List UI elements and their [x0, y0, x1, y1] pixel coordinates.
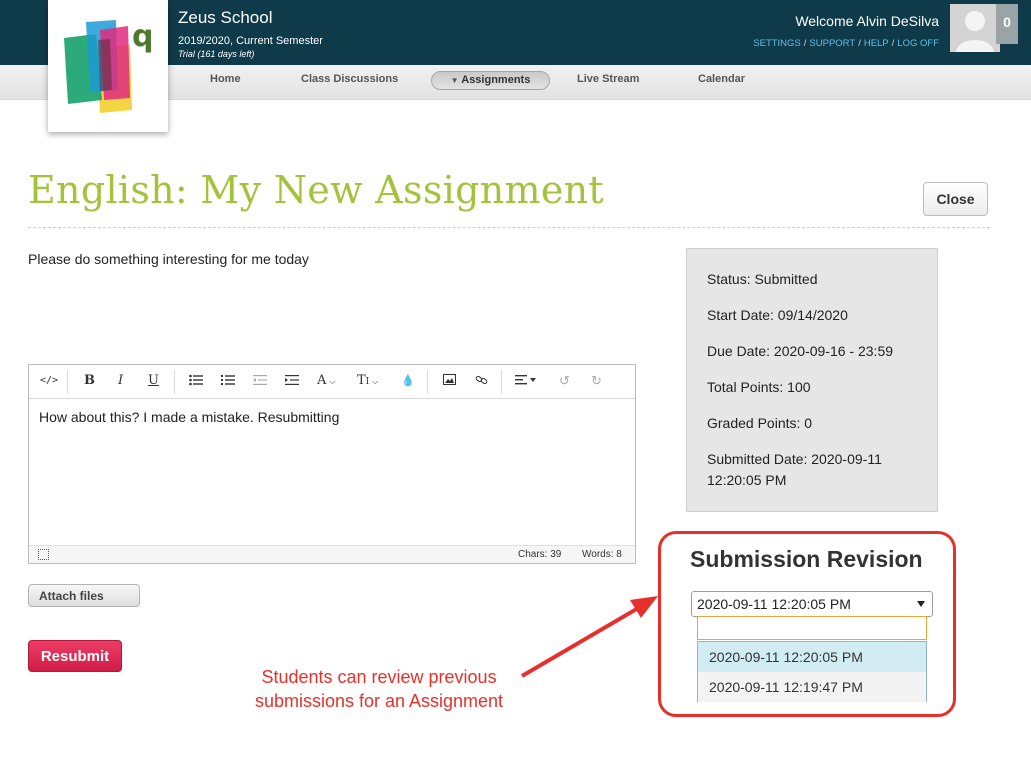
start-date: Start Date: 09/14/2020 [707, 307, 848, 323]
total-points: Total Points: 100 [707, 379, 811, 395]
revision-search-input[interactable] [697, 616, 927, 640]
resubmit-button[interactable]: Resubmit [28, 640, 122, 672]
nav-assignments-label: Assignments [461, 74, 531, 86]
page-title: English: My New Assignment [28, 168, 604, 212]
settings-link[interactable]: SETTINGS [753, 38, 801, 49]
school-name: Zeus School [178, 8, 273, 27]
fullscreen-icon[interactable] [38, 549, 49, 560]
bullet-list-icon[interactable] [189, 374, 203, 389]
link-separator: / [891, 38, 895, 49]
link-separator: / [858, 38, 861, 49]
revision-options-list: 2020-09-11 12:20:05 PM 2020-09-11 12:19:… [697, 641, 927, 702]
welcome-text: Welcome Alvin DeSilva [795, 13, 939, 29]
graded-points: Graded Points: 0 [707, 415, 813, 431]
due-date: Due Date: 2020-09-16 - 23:59 [707, 343, 894, 359]
toolbar-divider [427, 370, 428, 394]
school-logo[interactable]: q [48, 0, 168, 132]
assignment-instructions: Please do something interesting for me t… [28, 251, 309, 267]
italic-icon[interactable]: I [118, 374, 123, 388]
editor-toolbar: </> B I U A ⌵ TI ⌵ 💧 ↺ ↻ [29, 365, 635, 399]
nav-calendar[interactable]: Calendar [698, 73, 745, 85]
word-count: Words: 8 [582, 549, 622, 560]
notification-badge[interactable]: 0 [996, 4, 1018, 44]
trial-label: Trial (161 days left) [178, 49, 255, 59]
indent-icon[interactable] [285, 374, 299, 389]
revision-option[interactable]: 2020-09-11 12:20:05 PM [698, 642, 926, 672]
editor-content[interactable]: How about this? I made a mistake. Resubm… [39, 409, 339, 425]
title-divider [28, 227, 990, 228]
revision-select[interactable]: 2020-09-11 12:20:05 PM [691, 591, 933, 617]
avatar[interactable] [950, 4, 1000, 52]
submission-status-panel: Status: Submitted Start Date: 09/14/2020… [686, 248, 938, 512]
account-links: SETTINGS / SUPPORT / HELP / LOG OFF [753, 38, 939, 49]
font-color-icon[interactable]: A ⌵ [317, 374, 335, 389]
nav-home[interactable]: Home [210, 73, 241, 85]
revision-title: Submission Revision [690, 546, 923, 572]
user-silhouette-icon [950, 4, 1000, 52]
ink-drop-icon[interactable]: 💧 [401, 374, 415, 388]
annotation-text: Students can review previous submissions… [254, 667, 504, 711]
code-view-icon[interactable]: </> [40, 374, 58, 388]
rich-text-editor[interactable]: </> B I U A ⌵ TI ⌵ 💧 ↺ ↻ How about this?… [28, 364, 636, 564]
revision-option[interactable]: 2020-09-11 12:19:47 PM [698, 672, 926, 702]
link-icon[interactable] [475, 374, 488, 389]
support-link[interactable]: SUPPORT [809, 38, 855, 49]
logoff-link[interactable]: LOG OFF [897, 38, 939, 49]
bold-icon[interactable]: B [84, 374, 95, 388]
editor-statusbar: Chars: 39 Words: 8 [29, 545, 635, 563]
outdent-icon[interactable] [253, 374, 267, 389]
toolbar-divider [501, 370, 502, 394]
toolbar-divider [67, 370, 68, 394]
close-button[interactable]: Close [923, 182, 988, 216]
redo-icon[interactable]: ↻ [591, 374, 602, 388]
help-link[interactable]: HELP [864, 38, 889, 49]
submitted-date: Submitted Date: 2020-09-11 12:20:05 PM [707, 451, 882, 488]
semester-label: 2019/2020, Current Semester [178, 35, 323, 47]
undo-icon[interactable]: ↺ [559, 374, 570, 388]
align-icon[interactable] [515, 374, 537, 389]
page-root: Zeus School 2019/2020, Current Semester … [0, 0, 1031, 764]
nav-class-discussions[interactable]: Class Discussions [301, 73, 398, 85]
nav-assignments[interactable]: ▼ Assignments [431, 71, 550, 90]
underline-icon[interactable]: U [148, 374, 159, 388]
link-separator: / [803, 38, 807, 49]
nav-active-caret-icon: ▼ [450, 76, 459, 85]
char-count: Chars: 39 [518, 549, 562, 560]
toolbar-divider [174, 370, 175, 394]
numbered-list-icon[interactable] [221, 374, 235, 389]
logo-letter: q [132, 19, 153, 54]
image-icon[interactable] [443, 374, 456, 388]
logo-icon: q [64, 19, 153, 113]
text-size-icon[interactable]: TI ⌵ [357, 374, 378, 389]
chevron-down-icon[interactable] [917, 601, 925, 607]
status-text: Status: Submitted [707, 271, 818, 287]
nav-live-stream[interactable]: Live Stream [577, 73, 639, 85]
attach-files-button[interactable]: Attach files [28, 584, 140, 607]
